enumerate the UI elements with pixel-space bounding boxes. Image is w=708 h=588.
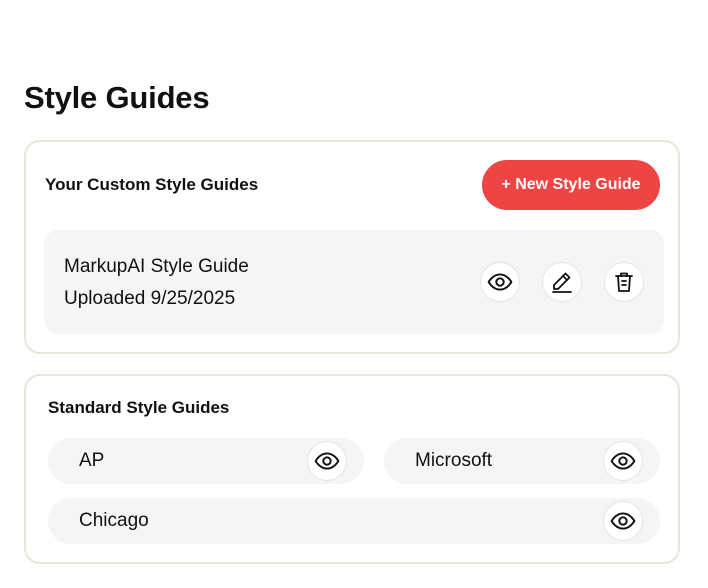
custom-section-title: Your Custom Style Guides	[45, 175, 259, 194]
standard-guide-microsoft: Microsoft	[384, 438, 660, 484]
standard-guide-chicago: Chicago	[48, 498, 660, 544]
eye-icon	[610, 452, 636, 470]
standard-guide-label: AP	[79, 450, 105, 471]
eye-icon	[610, 512, 636, 530]
view-microsoft-button[interactable]	[603, 441, 643, 481]
guide-name: MarkupAI Style Guide	[64, 256, 249, 277]
standard-guide-ap: AP	[48, 438, 364, 484]
custom-style-guides-card: Your Custom Style Guides + New Style Gui…	[24, 140, 680, 354]
standard-style-guides-card: Standard Style Guides AP Microsoft Chica…	[24, 374, 680, 564]
standard-guide-label: Chicago	[79, 510, 149, 531]
eye-icon	[487, 273, 513, 291]
style-guides-page: Style Guides Your Custom Style Guides + …	[0, 0, 708, 588]
guide-upload-date: Uploaded 9/25/2025	[64, 288, 236, 309]
new-style-guide-button[interactable]: + New Style Guide	[482, 160, 660, 210]
page-title: Style Guides	[24, 80, 210, 115]
delete-guide-button[interactable]	[604, 262, 644, 302]
view-ap-button[interactable]	[307, 441, 347, 481]
trash-icon	[615, 272, 633, 292]
standard-section-title: Standard Style Guides	[48, 398, 230, 417]
custom-guide-item: MarkupAI Style Guide Uploaded 9/25/2025	[44, 230, 664, 334]
pencil-icon	[552, 272, 572, 293]
standard-guide-label: Microsoft	[415, 450, 493, 471]
view-guide-button[interactable]	[480, 262, 520, 302]
view-chicago-button[interactable]	[603, 501, 643, 541]
eye-icon	[314, 452, 340, 470]
edit-guide-button[interactable]	[542, 262, 582, 302]
